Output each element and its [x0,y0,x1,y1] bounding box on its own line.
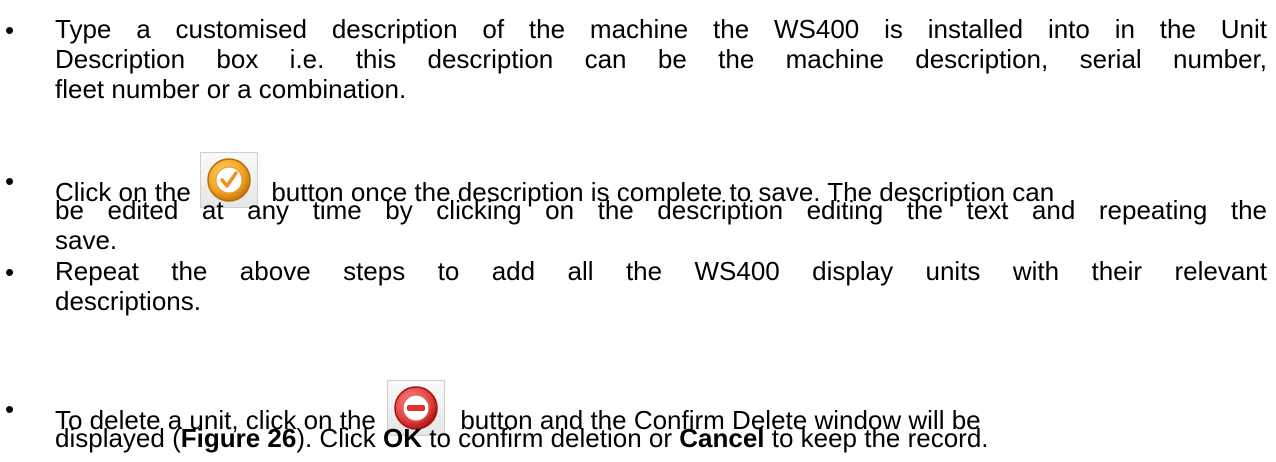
bullet-dot: • [5,394,15,424]
text-segment: to confirm deletion or [422,423,680,453]
text-line: Type a customised description of the mac… [55,14,1267,44]
bullet-dot: • [5,257,15,287]
text-line: save. [55,225,118,255]
document-page: • Type a customised description of the m… [0,0,1276,462]
text-segment: ). Click [296,423,383,453]
text-line: Description box i.e. this description ca… [55,44,1267,74]
text-line: fleet number or a combination. [55,74,407,104]
text-line: Repeat the above steps to add all the WS… [55,256,1267,286]
cancel-label: Cancel [679,423,765,453]
figure-reference: Figure 26 [180,423,297,453]
text-segment: displayed ( [55,423,181,453]
bullet-dot: • [5,166,15,196]
text-segment: to keep the record. [764,423,989,453]
text-line: be edited at any time by clicking on the… [55,195,1267,225]
text-line: descriptions. [55,286,201,316]
text-line: displayed (Figure 26). Click OK to confi… [55,424,1267,453]
ok-label: OK [383,423,422,453]
bullet-dot: • [5,15,15,45]
